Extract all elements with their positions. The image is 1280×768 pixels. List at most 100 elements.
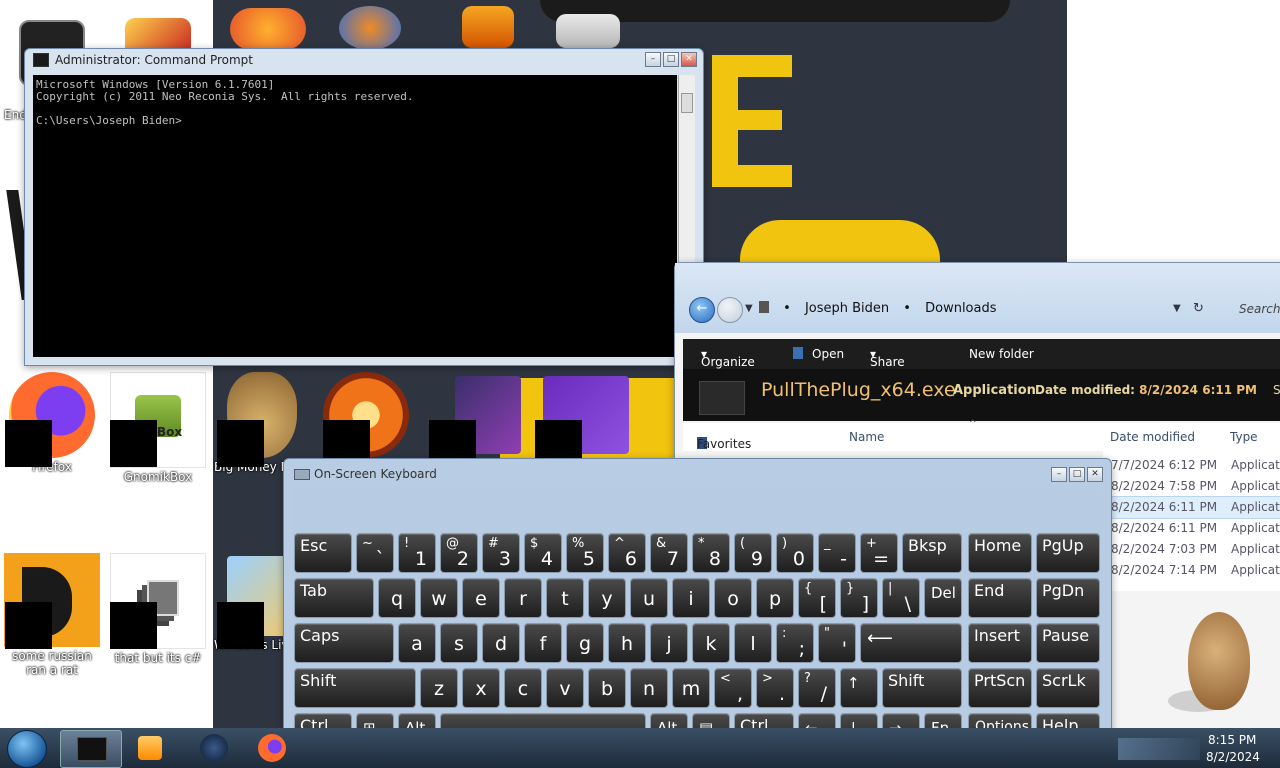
key-prtscn[interactable]: PrtScn — [968, 668, 1032, 708]
key-m[interactable]: m — [672, 668, 710, 708]
maximize-button[interactable]: □ — [663, 52, 679, 67]
key-scrlk[interactable]: ScrLk — [1036, 668, 1100, 708]
key-3[interactable]: #3 — [482, 533, 520, 573]
file-row-selected[interactable]: 8/2/2024 6:11 PMApplicatio — [1103, 496, 1280, 519]
command-prompt-window[interactable]: Administrator: Command Prompt – □ ✕ Micr… — [24, 48, 704, 366]
key-p[interactable]: p — [756, 578, 794, 618]
key-end[interactable]: End — [968, 578, 1032, 618]
key-n[interactable]: n — [630, 668, 668, 708]
close-button[interactable]: ✕ — [681, 52, 697, 67]
file-row[interactable]: 7/7/2024 6:12 PMApplicatio — [1103, 455, 1280, 476]
minimize-button[interactable]: – — [645, 52, 661, 67]
key-d[interactable]: d — [482, 623, 520, 663]
desktop-icon-orange[interactable] — [440, 6, 536, 48]
key-l[interactable]: l — [734, 623, 772, 663]
key-enter[interactable]: ⟵ — [860, 623, 962, 663]
recent-pages-dropdown-icon[interactable]: ▼ — [745, 303, 753, 314]
key-c[interactable]: c — [504, 668, 542, 708]
tray-icons[interactable] — [1118, 738, 1200, 760]
clock-date[interactable]: 8/2/2024 — [1206, 750, 1260, 764]
desktop-icon-goldfish[interactable] — [220, 8, 316, 50]
key-7[interactable]: & 7 — [650, 533, 688, 573]
cmd-console-output[interactable]: Microsoft Windows [Version 6.1.7601] Cop… — [33, 75, 677, 357]
key-shift-right[interactable]: Shift — [882, 668, 962, 708]
key-z[interactable]: z — [420, 668, 458, 708]
key-s[interactable]: s — [440, 623, 478, 663]
key-o[interactable]: o — [714, 578, 752, 618]
key-g[interactable]: g — [566, 623, 604, 663]
key-6[interactable]: ^ 6 — [608, 533, 646, 573]
key-9[interactable]: (9 — [734, 533, 772, 573]
key-slash[interactable]: ? / — [798, 668, 836, 708]
key-x[interactable]: x — [462, 668, 500, 708]
key-a[interactable]: a — [398, 623, 436, 663]
key-pgdn[interactable]: PgDn — [1036, 578, 1100, 618]
back-button[interactable]: ← — [689, 297, 715, 323]
file-row[interactable]: 8/2/2024 6:11 PMApplicatio — [1103, 518, 1280, 539]
clock-time[interactable]: 8:15 PM — [1208, 733, 1256, 747]
on-screen-keyboard-window[interactable]: On-Screen Keyboard – □ ✕ Esc ~ ` ! 1 @2 #3… — [283, 458, 1112, 768]
key-e[interactable]: e — [462, 578, 500, 618]
key-period[interactable]: >. — [756, 668, 794, 708]
key-h[interactable]: h — [608, 623, 646, 663]
key-backspace[interactable]: Bksp — [902, 533, 962, 573]
key-w[interactable]: w — [420, 578, 458, 618]
address-bar[interactable]: • Joseph Biden • Downloads — [759, 297, 997, 321]
key-4[interactable]: $4 — [524, 533, 562, 573]
key-equals[interactable]: + = — [860, 533, 898, 573]
share-with-button[interactable]: Share with ▾ — [870, 347, 905, 383]
key-left-bracket[interactable]: {[ — [798, 578, 836, 618]
column-header-name[interactable]: Name — [849, 430, 884, 444]
key-u[interactable]: u — [630, 578, 668, 618]
taskbar-firefox-button[interactable] — [246, 730, 286, 766]
minimize-button[interactable]: – — [1051, 467, 1067, 482]
taskbar-app-button[interactable] — [184, 730, 244, 766]
key-tab[interactable]: Tab — [294, 578, 374, 618]
taskbar-cmd-button[interactable] — [60, 730, 122, 768]
new-folder-button[interactable]: New folder — [969, 347, 1034, 361]
refresh-icon[interactable]: ↻ — [1193, 301, 1204, 316]
key-caps[interactable]: Caps — [294, 623, 394, 663]
key-comma[interactable]: <, — [714, 668, 752, 708]
key-v[interactable]: v — [546, 668, 584, 708]
desktop-icon-p-app[interactable] — [322, 6, 418, 50]
organize-button[interactable]: Organize ▾ — [701, 347, 755, 369]
osk-titlebar[interactable]: On-Screen Keyboard – □ ✕ — [284, 459, 1111, 489]
taskbar-media-player-button[interactable] — [120, 730, 180, 766]
key-1[interactable]: ! 1 — [398, 533, 436, 573]
desktop-icon-doc[interactable] — [540, 14, 636, 48]
key-f[interactable]: f — [524, 623, 562, 663]
key-insert[interactable]: Insert — [968, 623, 1032, 663]
cmd-titlebar[interactable]: Administrator: Command Prompt – □ ✕ — [25, 49, 703, 71]
key-8[interactable]: * 8 — [692, 533, 730, 573]
key-i[interactable]: i — [672, 578, 710, 618]
column-header-type[interactable]: Type — [1230, 430, 1258, 444]
file-row[interactable]: 8/2/2024 7:58 PMApplicatio — [1103, 476, 1280, 497]
breadcrumb-joseph-biden[interactable]: Joseph Biden — [805, 301, 889, 316]
start-button[interactable] — [7, 730, 47, 768]
forward-button[interactable] — [717, 297, 743, 323]
close-button[interactable]: ✕ — [1087, 467, 1103, 482]
open-button[interactable]: Open — [812, 347, 844, 361]
key-minus[interactable]: _ - — [818, 533, 856, 573]
file-row[interactable]: 8/2/2024 7:14 PMApplicatio — [1103, 560, 1280, 581]
key-k[interactable]: k — [692, 623, 730, 663]
key-q[interactable]: q — [378, 578, 416, 618]
key-pgup[interactable]: PgUp — [1036, 533, 1100, 573]
key-esc[interactable]: Esc — [294, 533, 352, 573]
key-right-bracket[interactable]: }] — [840, 578, 878, 618]
key-r[interactable]: r — [504, 578, 542, 618]
key-5[interactable]: % 5 — [566, 533, 604, 573]
key-semicolon[interactable]: :; — [776, 623, 814, 663]
key-del[interactable]: Del — [924, 578, 962, 618]
key-t[interactable]: t — [546, 578, 584, 618]
key-shift-left[interactable]: Shift — [294, 668, 416, 708]
breadcrumb-downloads[interactable]: Downloads — [925, 301, 996, 316]
key-b[interactable]: b — [588, 668, 626, 708]
key-up-arrow[interactable]: ↑ — [840, 668, 878, 708]
maximize-button[interactable]: □ — [1069, 467, 1085, 482]
key-pause[interactable]: Pause — [1036, 623, 1100, 663]
file-row[interactable]: 8/2/2024 7:03 PMApplicatio — [1103, 539, 1280, 560]
key-backslash[interactable]: | \ — [882, 578, 920, 618]
key-quote[interactable]: " ' — [818, 623, 856, 663]
